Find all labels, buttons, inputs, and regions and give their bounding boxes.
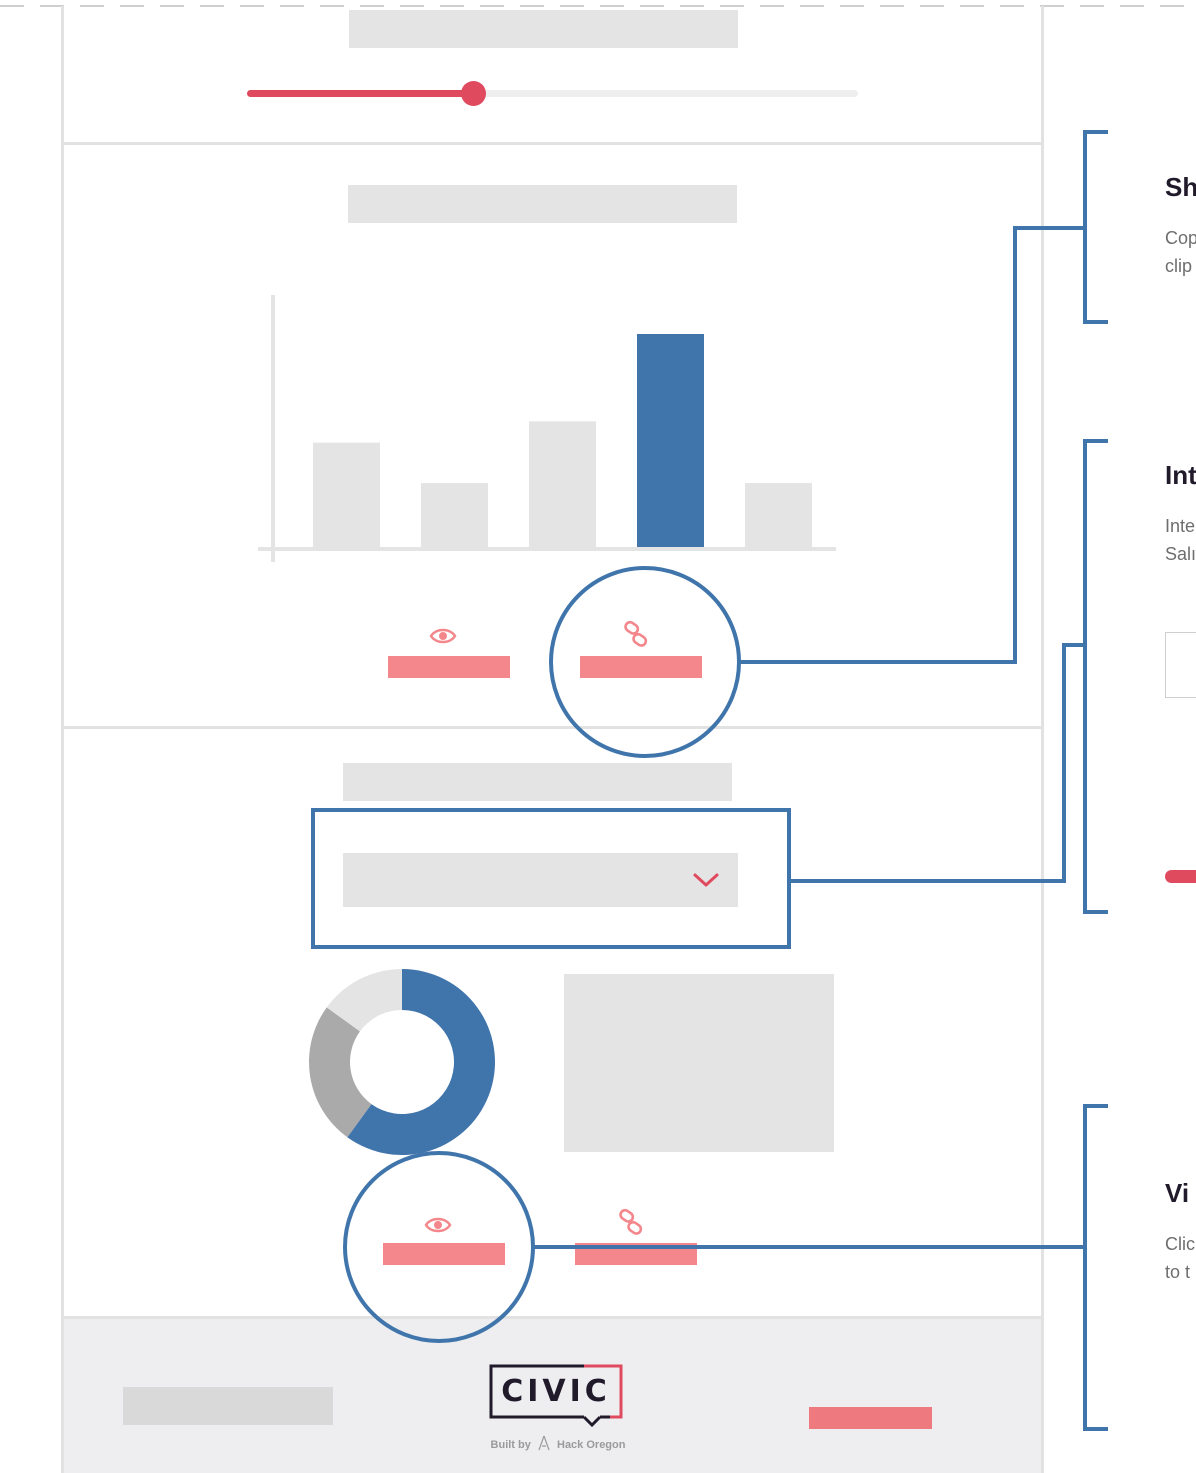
callout-title: Int	[1165, 460, 1196, 490]
share-action-2[interactable]	[575, 1208, 697, 1265]
share-action[interactable]	[580, 620, 702, 678]
bar	[421, 483, 488, 547]
share-label-placeholder	[575, 1243, 697, 1265]
bars-group	[313, 334, 812, 547]
bar	[529, 421, 596, 547]
callout-preview-slider	[1165, 870, 1196, 883]
interactive-bracket	[1083, 439, 1108, 914]
section-title-placeholder	[343, 763, 732, 801]
chart-title-placeholder	[348, 185, 737, 223]
donut-chart	[309, 969, 495, 1155]
built-by: Built by Hack Oregon	[488, 1435, 628, 1455]
view-action-2[interactable]	[383, 1213, 505, 1265]
view-label-placeholder	[388, 656, 510, 678]
dropdown-select[interactable]	[343, 853, 738, 907]
view-label-placeholder	[383, 1243, 505, 1265]
bar	[313, 442, 380, 547]
eye-icon	[429, 628, 457, 644]
donut-legend-placeholder	[564, 974, 834, 1152]
slider-handle[interactable]	[461, 81, 487, 106]
callout-description: Clic to t	[1165, 1234, 1195, 1282]
slider-fill	[247, 90, 474, 97]
slider-title-placeholder	[349, 10, 738, 48]
built-by-org: Hack Oregon	[557, 1439, 626, 1451]
built-by-prefix: Built by	[490, 1439, 531, 1451]
callout-description: Inte Salı	[1165, 516, 1196, 564]
view-bracket	[1083, 1104, 1108, 1431]
footer-right-placeholder[interactable]	[809, 1407, 932, 1429]
bar	[745, 483, 812, 547]
callout-title: Vi	[1165, 1178, 1190, 1208]
bar-chart	[258, 295, 836, 562]
footer-left-placeholder	[123, 1387, 333, 1425]
civic-logo-text: CIVIC	[501, 1374, 611, 1409]
footer: CIVIC Built by Hack Oregon	[64, 1319, 1041, 1473]
callout-title: Sh	[1165, 172, 1196, 202]
donut-segments	[309, 969, 495, 1155]
callout-preview-box	[1165, 632, 1196, 698]
link-icon	[619, 1208, 643, 1235]
bar-highlighted	[637, 334, 704, 547]
share-label-placeholder	[580, 656, 702, 678]
chevron-down-icon	[693, 873, 719, 887]
person-icon	[538, 1435, 550, 1451]
link-icon	[624, 620, 648, 647]
civic-logo[interactable]: CIVIC	[488, 1363, 624, 1429]
callout-description: Cop clip	[1165, 228, 1196, 276]
share-bracket	[1083, 130, 1108, 324]
eye-icon	[424, 1217, 452, 1233]
view-action[interactable]	[388, 624, 510, 678]
